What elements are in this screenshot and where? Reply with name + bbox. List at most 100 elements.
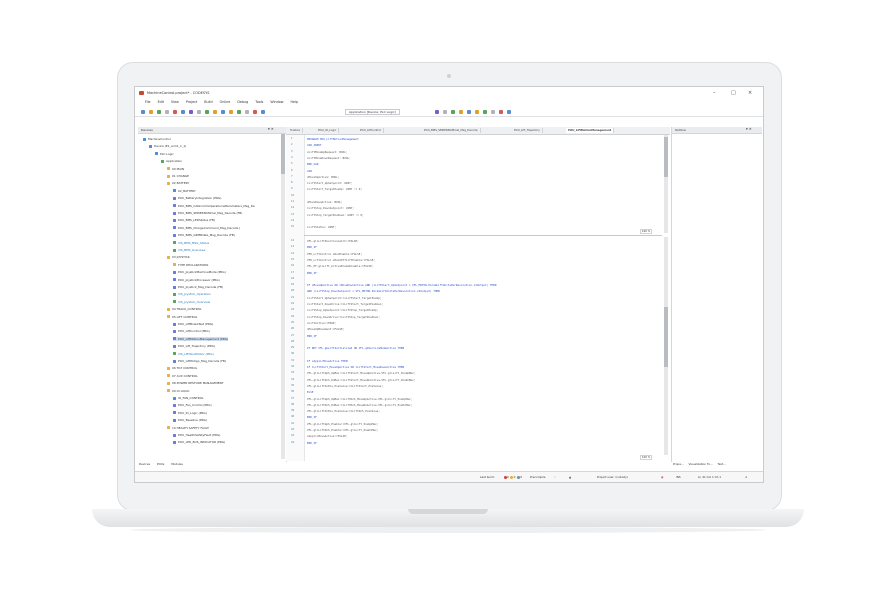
tree-item[interactable]: Application [161,159,182,163]
code-line[interactable]: VFL.gliLiftInPos_PosValue:=iLiftDnS_PosV… [307,409,380,413]
tree-item[interactable]: 10 HEALTH SAFETY FAULT [167,426,209,430]
tab-devices[interactable]: Devices [139,462,150,466]
tab-text[interactable]: Text... [718,462,726,466]
code-line[interactable]: iLiftStop_TargetPosDown: UINT := 0; [307,213,364,217]
tree-item[interactable]: POU_BMS_GIMMDate_Msg_Decode (FB) [173,233,235,237]
zoom-selector-top[interactable]: 100 % [640,229,653,234]
menu-build[interactable]: Build [204,100,212,104]
tree-item[interactable]: 01 CHANGE [167,174,189,178]
tree-item[interactable]: POU_JoystickMachineMode (PRG) [173,270,226,274]
tree-item[interactable]: POU_Fan_Control (PRG) [173,403,212,407]
code-line[interactable]: VFL.gliLiftPositionLatch:=FALSE; [307,239,359,243]
code-line[interactable]: iLiftStart_TargetPosUp: UINT := 0; [307,187,362,191]
toolbar-button-icon[interactable] [189,110,193,114]
code-line[interactable]: END_IF [307,441,317,445]
menu-debug[interactable]: Debug [237,100,248,104]
close-button[interactable]: × [748,90,752,96]
declaration-scrollbar[interactable] [664,135,668,233]
code-line[interactable]: END_IF [307,415,317,419]
minimize-button[interactable]: – [713,90,716,96]
tab-pou-io-logic[interactable]: POU_IO_Logic [316,128,340,133]
code-line[interactable]: iLiftStop_DownDrive:=iLiftStop_TargetPos… [307,315,380,319]
toolbar-button-icon[interactable] [261,110,265,114]
code-line[interactable]: END_VAR [307,162,318,166]
code-line[interactable]: VFL.gliLiftUpS_Enable:=VFL.gliLift_PosUp… [307,422,378,426]
code-line[interactable]: iLiftStart_UpSetpoint:=iLiftStart_Target… [307,296,381,300]
code-line[interactable]: IF xApplicMoveActive THEN [307,359,347,363]
code-line[interactable]: VFD_LiftControl.xHandOffLiftEnable:=FALS… [307,258,375,262]
tree-item[interactable]: POU_BatteryIntegration (PRG) [173,196,221,200]
toolbar-button-icon[interactable] [491,110,495,114]
toolbar-button-icon[interactable] [141,110,145,114]
editor-splitter[interactable] [304,235,662,236]
toolbar-button-icon[interactable] [229,110,233,114]
tab-modules[interactable]: Modules [171,462,183,466]
code-line[interactable]: iLiftStop_DownSetpoint: UINT; [307,206,354,210]
toolbar-button-icon[interactable] [181,110,185,114]
tree-item[interactable]: POU_HealthSafetyFault (PRG) [173,433,220,437]
toolbar-button-icon[interactable] [253,110,257,114]
tree-item[interactable]: POU_LED_BUS_INDICATOR (PRG) [173,440,225,444]
menu-edit[interactable]: Edit [158,100,164,104]
code-line[interactable]: iLiftStart_DownDrive:=iLiftStart_TargetP… [307,302,383,306]
maximize-button[interactable]: □ [731,90,736,96]
tree-item[interactable]: 06 TILT CONTROL [167,366,197,370]
code-line[interactable]: PROGRAM POU_LiftMotionManagement [307,137,359,141]
precompile-toggle-icon[interactable]: ▲ [569,475,571,479]
code-line[interactable]: VFL.gliLiftUpS_UpMax:=iLiftDnS_MoveUpAct… [307,397,412,401]
outline-pin-icon[interactable]: ▾ ✕ [746,127,752,131]
tree-item[interactable]: POU_LiftMotionManagement (PRG) [173,336,229,341]
code-line[interactable]: xMoveUpMovement:=FALSE; [307,327,344,331]
code-line[interactable]: VFL.gliLiftDnS_Enable:=VFL.gliLift_PosDn… [307,428,378,432]
tree-item[interactable]: MachineControl [143,137,171,141]
menu-online[interactable]: Online [220,100,231,104]
toolbar-button-icon[interactable] [483,110,487,114]
implementation-scrollbar[interactable] [664,237,668,455]
code-line[interactable]: END_IF [307,271,317,275]
code-line[interactable]: iLiftStart_UpSetpoint: UINT; [307,181,352,185]
tree-item[interactable]: POU_Baseline (PRG) [173,418,207,422]
code-line[interactable]: VFL.gliLiftInPos_PosValue:=iLiftStart_Po… [307,384,383,388]
tree-item[interactable]: PLC Logic [155,152,174,156]
tab-pous[interactable]: POUs [157,462,164,466]
tree-item[interactable]: POU_LiftControl (PRG) [173,329,210,333]
toolbar-button-icon[interactable] [467,110,471,114]
tab-pou-bms-decode[interactable]: POU_BMS_SERIERNUMmal_Msg_Decode [422,128,481,133]
code-line[interactable]: xMoveDownActive: BOOL; [307,200,343,204]
code-line[interactable]: xLiftActive:=TRUE; [307,321,336,325]
zoom-selector-bottom[interactable]: 100 % [640,455,653,460]
tree-item[interactable]: VIS_LiftHandMotor (PRG) [173,352,214,356]
menu-help[interactable]: Help [290,100,298,104]
tree-item[interactable]: 03 JOYSTICK [167,255,190,259]
tab-pou-lift-trajectory[interactable]: POU_Lift_Trajectory [512,128,543,133]
toolbar-button-icon[interactable] [507,110,511,114]
code-line[interactable]: xLiftMoveDownRequest: BOOL; [307,156,351,160]
code-line[interactable]: IF iLiftStart_MoveUpActive OR iLiftStart… [307,365,404,369]
toolbar-button-icon[interactable] [475,110,479,114]
tree-item[interactable]: POU_JoystickProcessor (PRG) [173,278,220,282]
application-selector[interactable]: Application [Device: PLC Logic] [345,109,400,115]
toolbar-button-icon[interactable] [435,110,439,114]
tree-item[interactable]: Device (E1_arm1_1_1) [149,144,186,148]
code-line[interactable]: xLiftMoveUpRequest: BOOL; [307,150,347,154]
toolbar-button-icon[interactable] [499,110,503,114]
code-line[interactable]: ELSE [307,390,313,394]
toolbar-button-icon[interactable] [205,110,209,114]
code-line[interactable]: IF xMoveUpActive OR xMoveDownActive AND … [307,283,496,287]
menu-tools[interactable]: Tools [255,100,263,104]
toolbar-button-icon[interactable] [197,110,201,114]
menu-project[interactable]: Project [186,100,197,104]
code-line[interactable]: VFL.gliLiftDnS_DnMax:=iLiftStart_MoveDnA… [307,378,415,382]
tree-item[interactable]: POU_BMS_SERIERNUMmal_Msg_Decode (FB) [173,211,242,215]
panel-pin-icon[interactable]: ▾ ✕ [268,127,274,131]
menu-view[interactable]: View [171,100,179,104]
tree-item[interactable]: 07 AUX CONTROL [167,374,198,378]
code-line[interactable]: END_IF [307,245,317,249]
code-line[interactable]: VFL.gliLiftDnS_DnMax:=iLiftDnS_MoveDnAct… [307,403,412,407]
tree-item[interactable]: TYPE DECLARATIONS [173,263,208,267]
tree-item[interactable]: POU_LiftBrakeTest (PRG) [173,322,213,326]
tree-item[interactable]: POU_BMS_CANcommOperationalParameters_Msg… [173,204,255,208]
tree-item[interactable]: VIS_BMS_Overview [173,248,205,252]
menu-window[interactable]: Window [270,100,283,104]
code-line[interactable]: VFL_PF.gliLift_ActiveBrakeDisable:=FALSE… [307,264,373,268]
